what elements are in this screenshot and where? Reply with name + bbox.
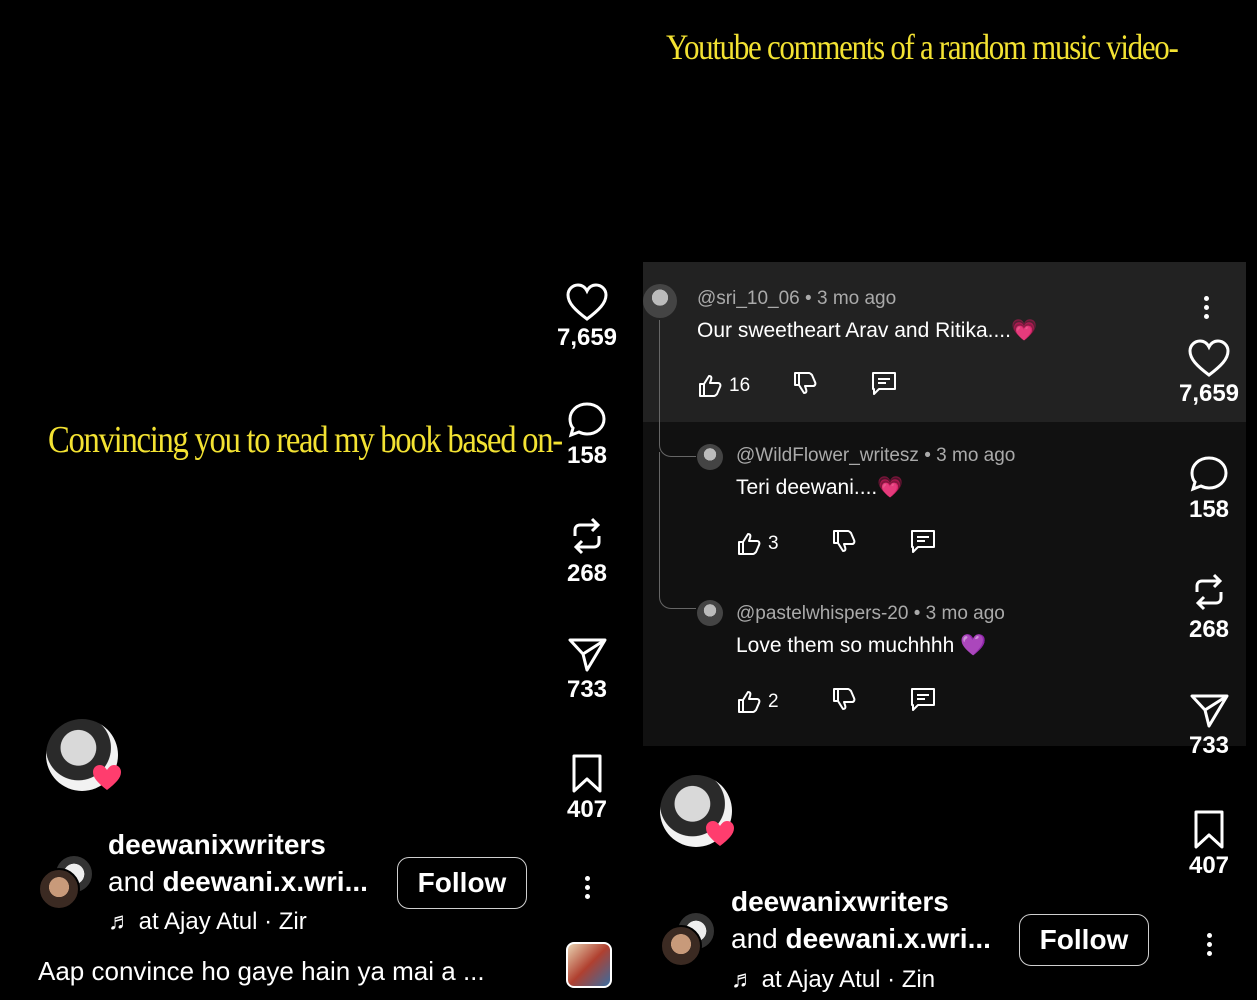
thread-line xyxy=(659,320,696,457)
collab-username[interactable]: deewani.x.wri... xyxy=(163,866,368,897)
save-action[interactable]: 407 xyxy=(547,752,627,824)
comment-avatar[interactable] xyxy=(643,284,677,318)
comment-count: 158 xyxy=(566,442,608,469)
send-plane-icon[interactable] xyxy=(1169,690,1249,730)
music-note-icon: ♬ xyxy=(108,908,132,935)
reply-comment-button[interactable] xyxy=(909,528,937,559)
audio-thumbnail[interactable] xyxy=(566,942,612,988)
username[interactable]: deewanixwriters xyxy=(108,829,326,861)
more-vertical-icon[interactable] xyxy=(582,872,592,903)
collab-line[interactable]: and deewani.x.wri... xyxy=(108,866,368,898)
repost-action[interactable]: 268 xyxy=(1169,570,1249,644)
thumbs-up-icon xyxy=(738,690,761,713)
share-count: 733 xyxy=(566,676,608,703)
reply-comment-button[interactable] xyxy=(909,686,937,717)
comment-text: Our sweetheart Arav and Ritika....💗 xyxy=(697,319,1038,342)
collab-username[interactable]: deewani.x.wri... xyxy=(786,923,991,954)
left-overlay-title: Convincing you to read my book based on- xyxy=(48,419,563,461)
post-caption[interactable]: Aap convince ho gaye hain ya mai a ... xyxy=(38,956,485,987)
repost-count: 268 xyxy=(1188,616,1230,643)
reply-icon xyxy=(872,372,897,395)
pink-heart-emoji: 💗 xyxy=(1010,319,1038,342)
reply-icon xyxy=(910,530,935,553)
more-vertical-icon[interactable] xyxy=(1201,292,1211,323)
reply-comment-button[interactable] xyxy=(870,370,898,401)
dislike-comment-button[interactable] xyxy=(792,370,818,401)
thumbs-up-icon xyxy=(738,532,761,555)
comment-text: Love them so muchhhh 💜 xyxy=(736,634,987,657)
username[interactable]: deewanixwriters xyxy=(731,886,949,918)
like-count: 7,659 xyxy=(556,324,618,351)
thumbs-down-icon xyxy=(832,688,855,710)
more-vertical-icon[interactable] xyxy=(1204,929,1214,960)
save-count: 407 xyxy=(1188,852,1230,879)
follow-button[interactable]: Follow xyxy=(397,857,527,909)
like-action[interactable]: 7,659 xyxy=(1169,338,1249,408)
heart-icon[interactable] xyxy=(547,282,627,322)
music-line[interactable]: ♬ at Ajay Atul · Zir xyxy=(108,908,307,936)
share-count: 733 xyxy=(1188,732,1230,759)
dislike-comment-button[interactable] xyxy=(831,686,857,717)
dislike-comment-button[interactable] xyxy=(831,528,857,559)
right-overlay-title: Youtube comments of a random music video… xyxy=(666,27,1179,67)
collab-line[interactable]: and deewani.x.wri... xyxy=(731,923,991,955)
reply-icon xyxy=(910,688,935,711)
bookmark-icon[interactable] xyxy=(1169,808,1249,850)
send-plane-icon[interactable] xyxy=(547,634,627,674)
thumbs-down-icon xyxy=(832,530,855,552)
comment-meta: @pastelwhispers-20 • 3 mo ago xyxy=(736,603,1005,624)
share-action[interactable]: 733 xyxy=(1169,690,1249,760)
comment-actions: 2 xyxy=(736,686,937,717)
comment-meta: @sri_10_06 • 3 mo ago xyxy=(697,288,897,309)
bookmark-icon[interactable] xyxy=(547,752,627,794)
thumbs-down-icon xyxy=(794,372,817,394)
youtube-comments-screenshot: @sri_10_06 • 3 mo ago Our sweetheart Ara… xyxy=(643,262,1246,746)
comment-actions: 16 xyxy=(697,370,898,401)
collab-avatars[interactable] xyxy=(660,911,720,971)
comment-avatar[interactable] xyxy=(697,444,723,470)
screenshot-frame: Convincing you to read my book based on-… xyxy=(0,0,1257,1000)
purple-heart-emoji: 💜 xyxy=(960,634,987,657)
comment-meta: @WildFlower_writesz • 3 mo ago xyxy=(736,445,1016,466)
comment-action[interactable]: 158 xyxy=(1169,454,1249,524)
repost-count: 268 xyxy=(566,560,608,587)
comment-text: Teri deewani....💗 xyxy=(736,476,904,499)
comment-bubble-icon[interactable] xyxy=(547,400,627,440)
like-comment-button[interactable]: 3 xyxy=(736,531,779,557)
repost-arrows-icon[interactable] xyxy=(1169,570,1249,614)
pink-heart-emoji: 💗 xyxy=(877,476,904,499)
repost-arrows-icon[interactable] xyxy=(547,514,627,558)
comment-action[interactable]: 158 xyxy=(547,400,627,470)
music-note-icon: ♬ xyxy=(731,966,755,993)
save-action[interactable]: 407 xyxy=(1169,808,1249,880)
music-line[interactable]: ♬ at Ajay Atul · Zin xyxy=(731,966,935,994)
like-comment-button[interactable]: 16 xyxy=(697,373,750,399)
comment-avatar[interactable] xyxy=(697,600,723,626)
save-count: 407 xyxy=(566,796,608,823)
heart-badge-icon xyxy=(92,764,122,794)
comment-count: 158 xyxy=(1188,496,1230,523)
heart-icon[interactable] xyxy=(1169,338,1249,378)
share-action[interactable]: 733 xyxy=(547,634,627,704)
thumbs-up-icon xyxy=(699,374,722,397)
repost-action[interactable]: 268 xyxy=(547,514,627,588)
thread-line xyxy=(659,452,696,609)
comment-actions: 3 xyxy=(736,528,937,559)
heart-badge-icon xyxy=(705,820,735,850)
comment-bubble-icon[interactable] xyxy=(1169,454,1249,494)
collab-avatars[interactable] xyxy=(38,854,98,914)
like-action[interactable]: 7,659 xyxy=(547,282,627,352)
like-count: 7,659 xyxy=(1178,380,1240,407)
follow-button[interactable]: Follow xyxy=(1019,914,1149,966)
like-comment-button[interactable]: 2 xyxy=(736,689,779,715)
